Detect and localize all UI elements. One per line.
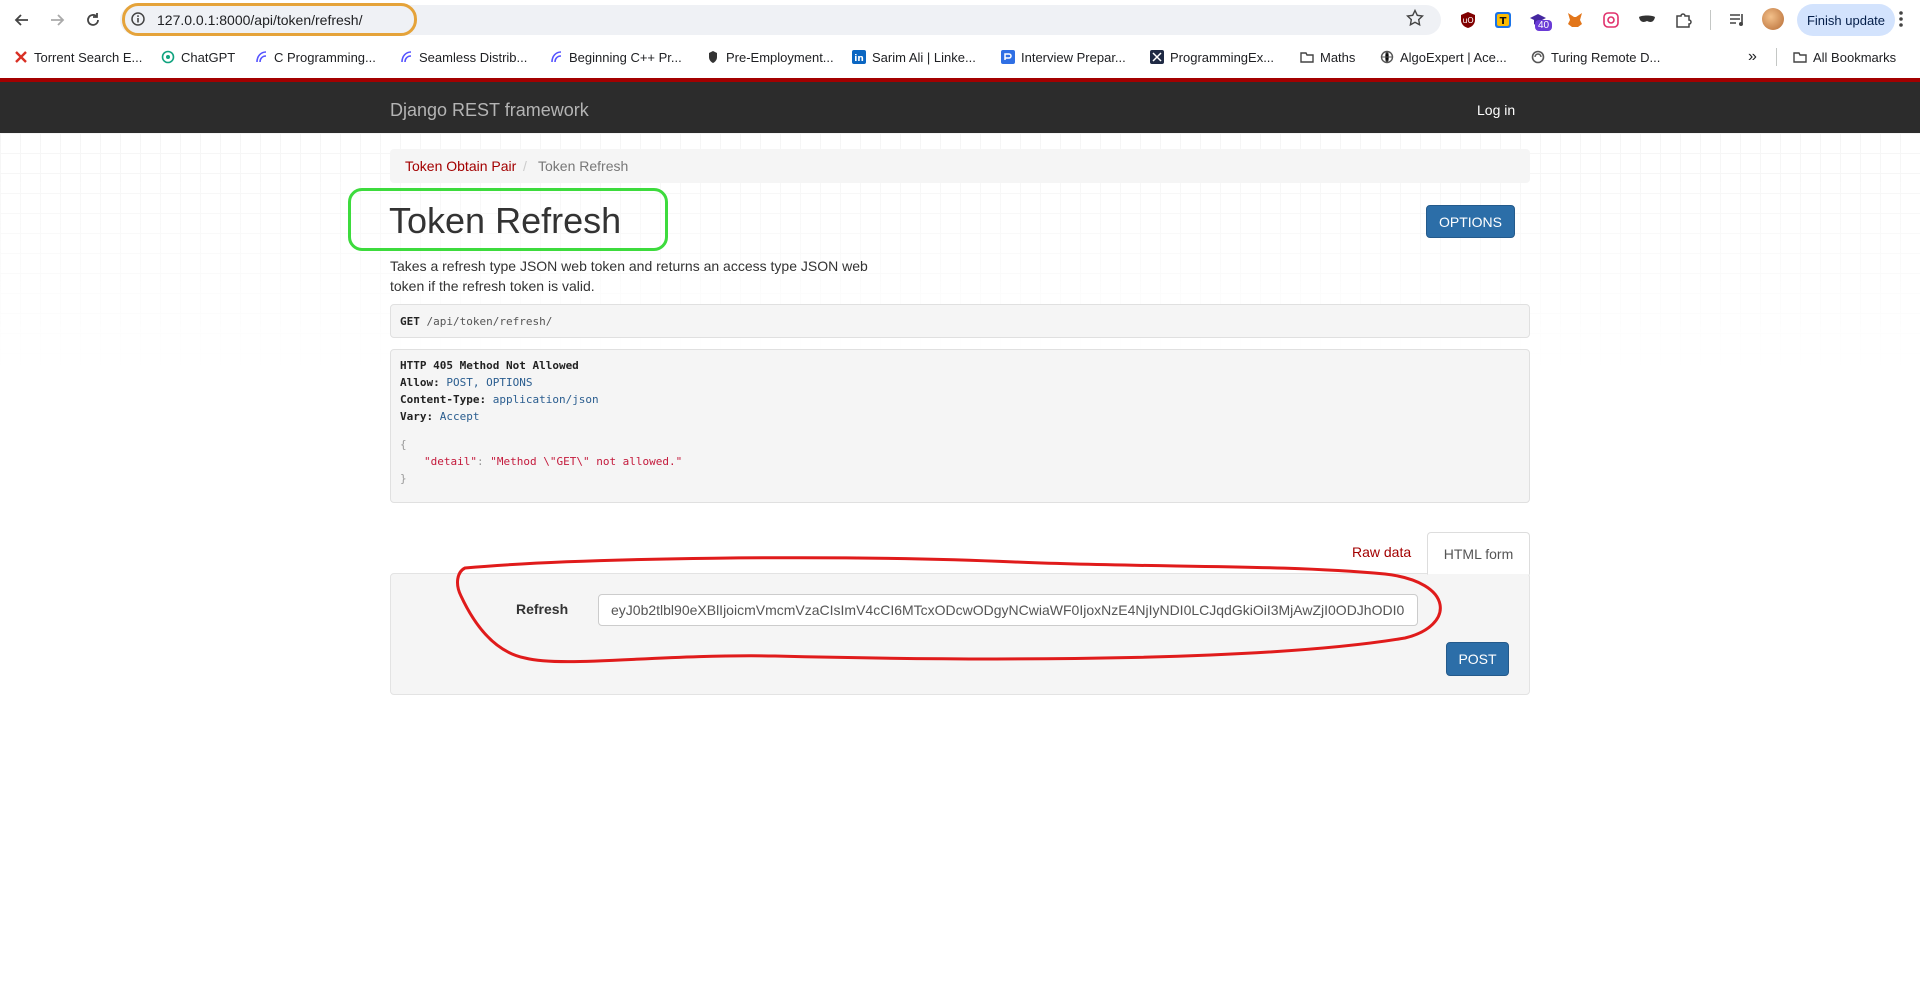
toolbar-divider (1710, 10, 1711, 30)
linkedin-icon: in (852, 50, 866, 64)
reading-list-icon[interactable] (1726, 9, 1748, 31)
bookmark-label: Interview Prepar... (1021, 49, 1126, 65)
bookmark-label: Torrent Search E... (34, 49, 143, 65)
login-link[interactable]: Log in (1477, 102, 1515, 118)
torrent-x-icon (14, 50, 28, 64)
bookmark-item[interactable]: Beginning C++ Pr... (549, 48, 682, 66)
bookmark-label: Pre-Employment... (726, 49, 834, 65)
bookmarks-divider (1776, 48, 1777, 66)
finish-update-button[interactable]: Finish update (1797, 4, 1895, 36)
refresh-input[interactable]: eyJ0b2tlbl90eXBlIjoicmVmcmVzaCIsImV4cCI6… (598, 594, 1418, 626)
svg-text:T: T (1500, 16, 1507, 27)
globe-icon (1380, 50, 1394, 64)
request-info: GET /api/token/refresh/ (390, 304, 1530, 338)
tab-html-form[interactable]: HTML form (1427, 532, 1530, 575)
drf-navbar: Django REST framework Log in (0, 78, 1920, 133)
bookmark-item[interactable]: Turing Remote D... (1531, 48, 1660, 66)
response-header-value: Accept (439, 410, 480, 423)
bookmark-label: Beginning C++ Pr... (569, 49, 682, 65)
bookmark-item[interactable]: C Programming... (254, 48, 376, 66)
browser-menu-icon[interactable] (1898, 10, 1904, 33)
all-bookmarks-label: All Bookmarks (1813, 49, 1897, 65)
folder-icon (1793, 50, 1807, 64)
breadcrumb-link[interactable]: Token Obtain Pair (405, 158, 516, 174)
educative-icon (549, 50, 563, 64)
response-status: HTTP 405 Method Not Allowed (400, 359, 579, 372)
bookmark-star-icon[interactable] (1405, 8, 1425, 32)
bookmark-label: AlgoExpert | Ace... (1400, 49, 1507, 65)
forward-arrow-icon[interactable] (46, 9, 68, 31)
bookmark-folder[interactable]: Maths (1300, 48, 1355, 66)
chatgpt-icon (161, 50, 175, 64)
breadcrumb-separator: / (523, 158, 527, 174)
bookmark-label: ProgrammingEx... (1170, 49, 1275, 65)
mask-extension-icon[interactable] (1636, 9, 1658, 31)
folder-icon (1300, 50, 1314, 64)
instagram-extension-icon[interactable] (1600, 9, 1622, 31)
bookmark-item[interactable]: in Sarim Ali | Linke... (852, 48, 976, 66)
bookmark-label: Maths (1320, 49, 1356, 65)
bookmark-item[interactable]: Pre-Employment... (706, 48, 834, 66)
bookmark-label: ChatGPT (181, 49, 236, 65)
bookmark-label: Sarim Ali | Linke... (872, 49, 976, 65)
bookmark-item[interactable]: AlgoExpert | Ace... (1380, 48, 1507, 66)
extension-badge: 40 (1535, 20, 1553, 31)
response-info: HTTP 405 Method Not Allowed Allow: POST,… (390, 349, 1530, 503)
programmingex-icon (1150, 50, 1164, 64)
html-form-panel (390, 573, 1530, 695)
browser-toolbar: 127.0.0.1:8000/api/token/refresh/ uO T 4… (0, 0, 1920, 40)
svg-text:in: in (854, 54, 864, 64)
breadcrumb-current: Token Refresh (538, 158, 629, 174)
json-colon: : (476, 455, 484, 468)
options-button[interactable]: OPTIONS (1426, 205, 1515, 238)
bookmark-item[interactable]: ChatGPT (161, 48, 235, 66)
bookmark-item[interactable]: Interview Prepar... (1001, 48, 1126, 66)
response-header-key: Vary: (400, 410, 434, 423)
profile-avatar[interactable] (1762, 8, 1784, 30)
response-header-value: application/json (492, 393, 599, 406)
bookmark-item[interactable]: Torrent Search E... (14, 48, 142, 66)
navbar-brand[interactable]: Django REST framework (390, 100, 589, 121)
educative-icon (399, 50, 413, 64)
response-header-key: Content-Type: (400, 393, 487, 406)
bookmark-item[interactable]: Seamless Distrib... (399, 48, 527, 66)
tab-raw-data[interactable]: Raw data (1352, 544, 1411, 560)
page-description: Takes a refresh type JSON web token and … (390, 258, 868, 294)
educative-icon (254, 50, 268, 64)
response-header-value: POST, OPTIONS (446, 376, 533, 389)
request-path: /api/token/refresh/ (426, 315, 553, 328)
back-arrow-icon[interactable] (11, 9, 33, 31)
interview-prep-icon (1001, 50, 1015, 64)
more-bookmarks-button[interactable]: » (1748, 48, 1757, 66)
shield-bookmark-icon (706, 50, 720, 64)
refresh-label: Refresh (516, 601, 569, 617)
turing-icon (1531, 50, 1545, 64)
extensions-puzzle-icon[interactable] (1672, 9, 1694, 31)
json-value: "Method \"GET\" not allowed." (490, 455, 683, 468)
bookmarks-bar: Torrent Search E... ChatGPT C Programmin… (0, 40, 1920, 74)
title-annotation-highlight (348, 188, 668, 251)
address-url[interactable]: 127.0.0.1:8000/api/token/refresh/ (157, 12, 362, 28)
bookmark-label: C Programming... (274, 49, 376, 65)
json-key: "detail" (424, 455, 477, 468)
breadcrumb: Token Obtain Pair / Token Refresh (390, 149, 1530, 183)
bookmark-label: Seamless Distrib... (419, 49, 528, 65)
bookmark-item[interactable]: ProgrammingEx... (1150, 48, 1274, 66)
bookmark-label: Turing Remote D... (1551, 49, 1661, 65)
response-header-key: Allow: (400, 376, 440, 389)
svg-text:uO: uO (1462, 16, 1473, 25)
site-info-icon[interactable] (131, 12, 145, 31)
json-open-brace: { (400, 438, 407, 451)
all-bookmarks-button[interactable]: All Bookmarks (1793, 48, 1896, 66)
translate-extension-icon[interactable]: T (1492, 9, 1514, 31)
reload-icon[interactable] (82, 9, 104, 31)
metamask-fox-icon[interactable] (1564, 9, 1586, 31)
request-method: GET (400, 315, 420, 328)
post-button[interactable]: POST (1446, 642, 1509, 676)
json-close-brace: } (400, 472, 407, 485)
ublock-icon[interactable]: uO (1457, 9, 1479, 31)
